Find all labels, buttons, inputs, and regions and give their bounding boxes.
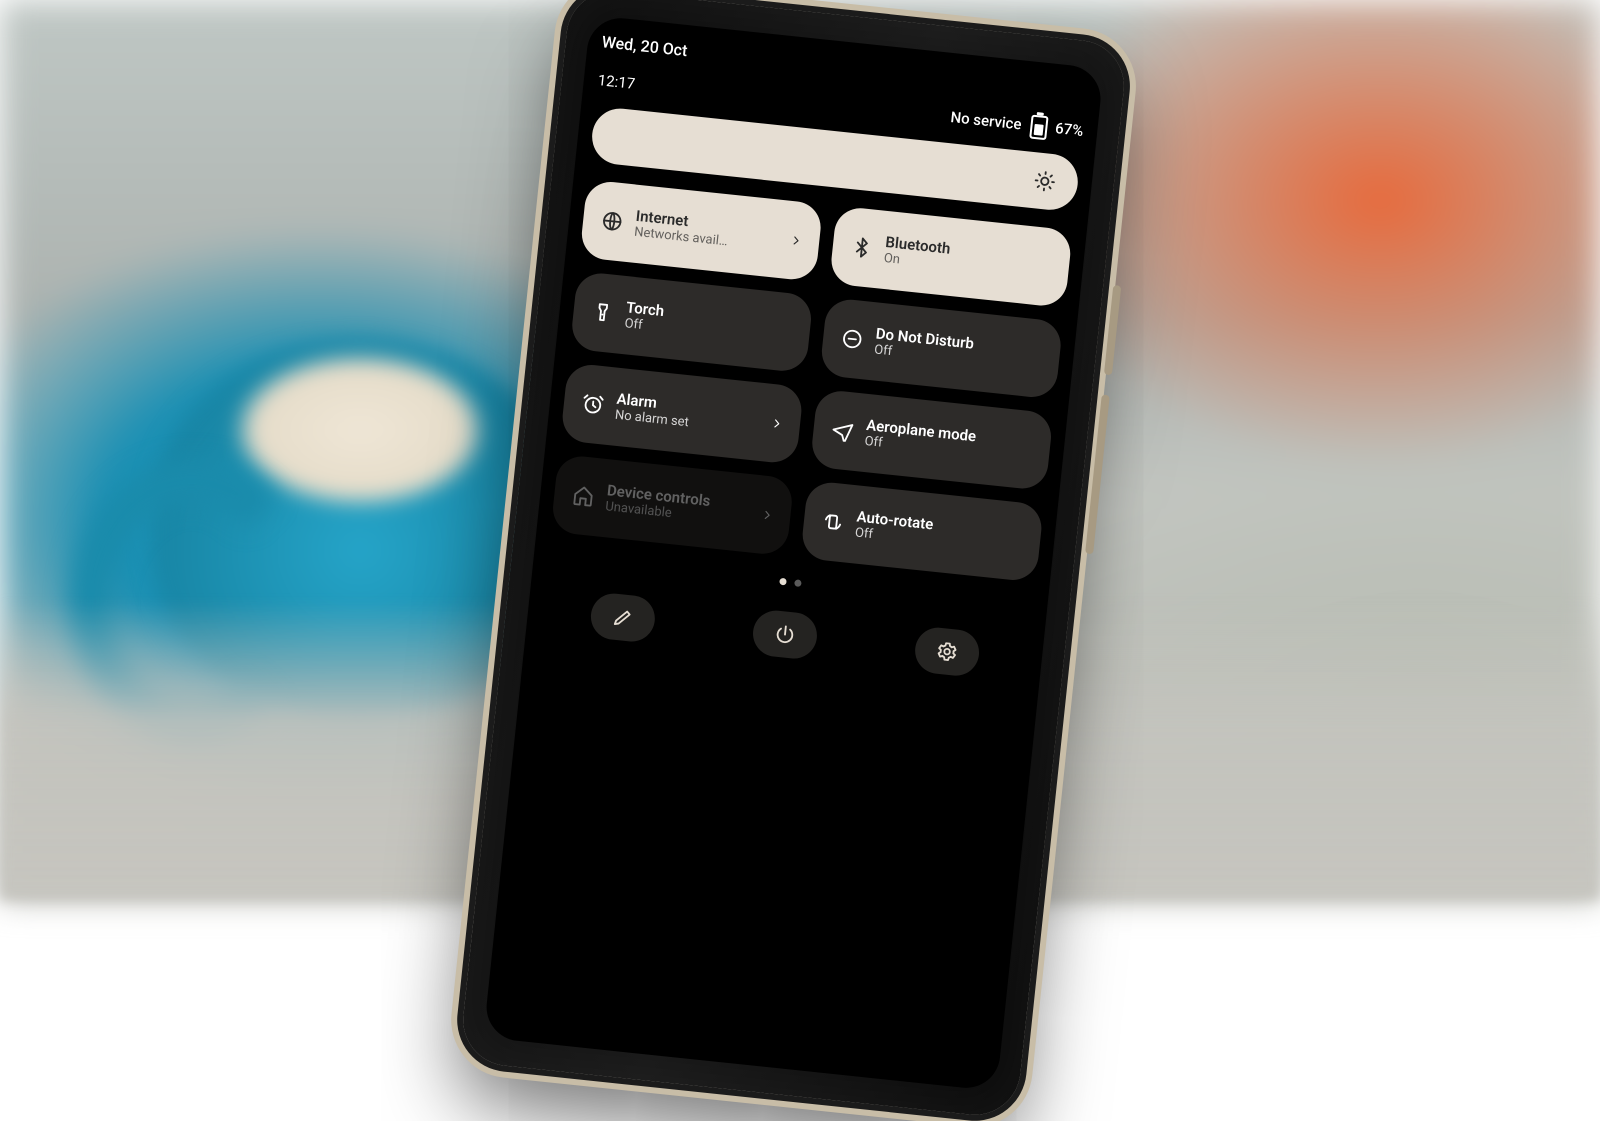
pencil-icon — [611, 605, 635, 629]
pager-dot — [779, 578, 787, 586]
pager-dot — [794, 579, 802, 587]
qs-tile-bluetooth[interactable]: Bluetooth On — [829, 206, 1073, 308]
edit-tiles-button[interactable] — [589, 591, 657, 643]
bluetooth-icon — [850, 235, 874, 259]
qs-tile-internet[interactable]: Internet Networks avail… — [579, 179, 823, 281]
brightness-icon — [1033, 169, 1057, 193]
qs-tile-device-controls[interactable]: Device controls Unavailable — [550, 454, 794, 556]
dnd-icon — [840, 327, 864, 351]
qs-tile-dnd[interactable]: Do Not Disturb Off — [819, 297, 1063, 399]
qs-tile-autorotate[interactable]: Auto-rotate Off — [800, 480, 1044, 582]
home-icon — [571, 484, 595, 508]
qs-tile-alarm[interactable]: Alarm No alarm set — [560, 362, 804, 464]
statusbar-time: 12:17 — [597, 71, 636, 93]
qs-tile-grid: Internet Networks avail… Bluetooth On — [550, 179, 1072, 582]
chevron-right-icon — [760, 507, 775, 522]
chevron-right-icon — [789, 233, 804, 248]
power-menu-button[interactable] — [751, 608, 819, 660]
statusbar-service: No service — [950, 108, 1023, 133]
power-icon — [773, 623, 797, 647]
qs-tile-subtitle: Off — [624, 316, 664, 336]
phone: Wed, 20 Oct 12:17 No service 67% — [459, 0, 1129, 1119]
autorotate-icon — [821, 510, 845, 534]
battery-icon — [1029, 115, 1048, 141]
quick-settings-panel: Wed, 20 Oct 12:17 No service 67% — [483, 15, 1104, 1091]
flashlight-icon — [591, 301, 615, 325]
chevron-right-icon — [769, 416, 784, 431]
settings-button[interactable] — [913, 625, 981, 677]
airplane-icon — [831, 418, 855, 442]
qs-tile-aeroplane[interactable]: Aeroplane mode Off — [810, 389, 1054, 491]
phone-frame: Wed, 20 Oct 12:17 No service 67% — [459, 0, 1129, 1119]
statusbar-battery-pct: 67% — [1054, 119, 1084, 140]
globe-icon — [600, 209, 624, 233]
gear-icon — [935, 640, 959, 664]
alarm-icon — [581, 392, 605, 416]
qs-tile-torch[interactable]: Torch Off — [570, 271, 814, 373]
